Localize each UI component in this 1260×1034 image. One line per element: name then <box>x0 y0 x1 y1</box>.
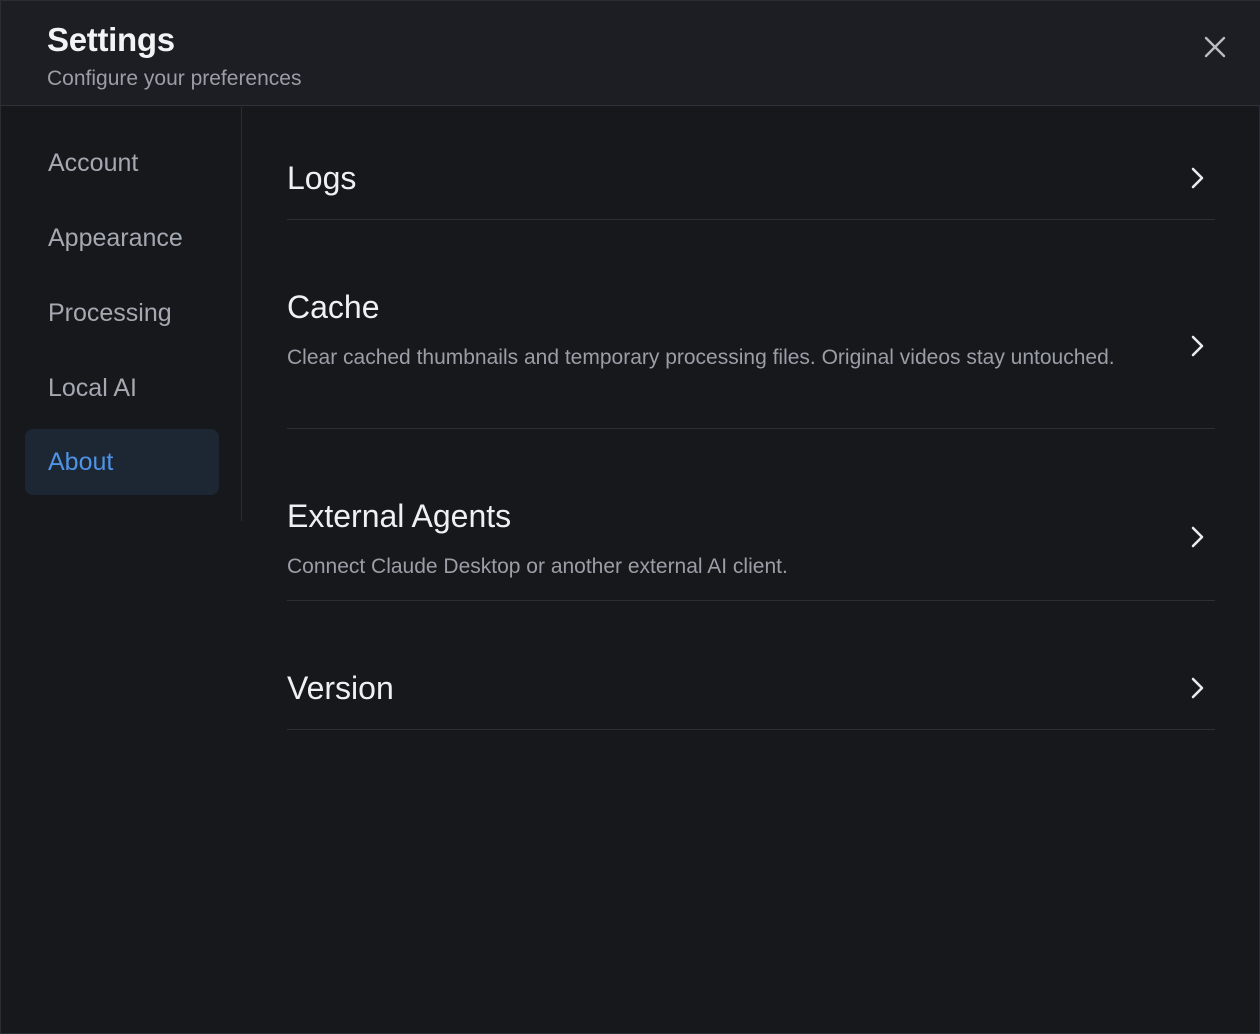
chevron-right-icon <box>1191 677 1204 699</box>
chevron-right-icon <box>1191 526 1204 548</box>
version-row[interactable]: Version <box>287 601 1215 730</box>
external-agents-row[interactable]: External Agents Connect Claude Desktop o… <box>287 429 1215 601</box>
chevron-right-icon <box>1191 167 1204 189</box>
settings-header: Settings Configure your preferences <box>1 1 1260 106</box>
row-title-logs: Logs <box>287 160 357 196</box>
sidebar-item-appearance[interactable]: Appearance <box>25 205 219 271</box>
sidebar-item-about[interactable]: About <box>25 429 219 495</box>
cache-row[interactable]: Cache Clear cached thumbnails and tempor… <box>287 220 1215 429</box>
sidebar-item-account[interactable]: Account <box>25 130 219 196</box>
row-description-external-agents: Connect Claude Desktop or another extern… <box>287 555 788 578</box>
settings-window: Settings Configure your preferences Acco… <box>0 0 1260 1034</box>
row-title-external-agents: External Agents <box>287 498 512 534</box>
page-subtitle: Configure your preferences <box>47 67 302 90</box>
row-title-version: Version <box>287 670 394 706</box>
chevron-right-icon <box>1191 335 1204 357</box>
sidebar-item-local-ai[interactable]: Local AI <box>25 355 219 421</box>
close-icon <box>1204 36 1226 58</box>
row-description-cache: Clear cached thumbnails and temporary pr… <box>287 346 1115 369</box>
row-title-cache: Cache <box>287 289 380 325</box>
page-title: Settings <box>47 21 175 58</box>
sidebar-item-processing[interactable]: Processing <box>25 280 219 346</box>
logs-row[interactable]: Logs <box>287 107 1215 220</box>
settings-sidebar: Account Appearance Processing Local AI A… <box>1 107 242 521</box>
close-button[interactable] <box>1195 27 1235 67</box>
